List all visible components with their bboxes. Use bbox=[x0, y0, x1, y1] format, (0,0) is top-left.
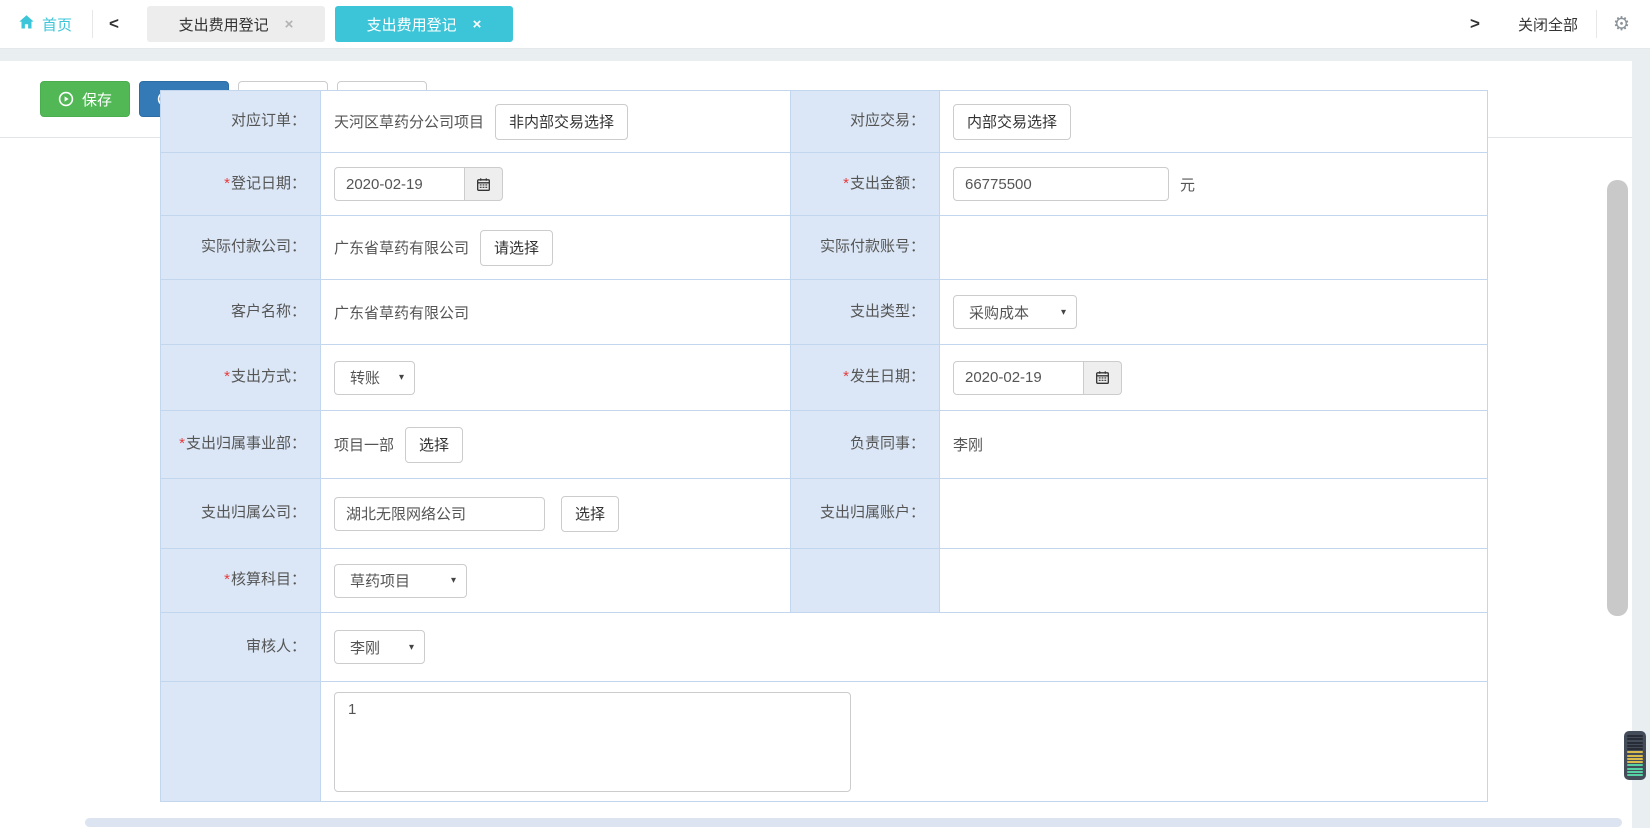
cell-expense-type: 采购成本 ▾ bbox=[940, 280, 1487, 345]
label-pay-company: 实际付款公司： bbox=[161, 216, 321, 280]
tab-bar: 首页 < 支出费用登记 × 支出费用登记 × > 关闭全部 ⚙ bbox=[0, 0, 1650, 49]
label-order: 对应订单： bbox=[161, 91, 321, 153]
label-belong-account: 支出归属账户： bbox=[790, 479, 940, 549]
cell-pay-company: 广东省草药有限公司 请选择 bbox=[321, 216, 790, 280]
expense-form-table: 对应订单： 天河区草药分公司项目 非内部交易选择 对应交易： 内部交易选择 *登… bbox=[160, 90, 1488, 802]
label-division: *支出归属事业部： bbox=[161, 411, 321, 479]
close-all-button[interactable]: 关闭全部 bbox=[1496, 14, 1596, 35]
label-colleague: 负责同事： bbox=[790, 411, 940, 479]
caret-down-icon: ▾ bbox=[409, 642, 414, 653]
amount-input[interactable] bbox=[953, 167, 1169, 201]
tab-expense-register-1[interactable]: 支出费用登记 × bbox=[147, 6, 325, 42]
close-icon[interactable]: × bbox=[285, 16, 294, 33]
customer-value: 广东省草药有限公司 bbox=[334, 302, 469, 323]
cell-subject: 草药项目 ▾ bbox=[321, 549, 790, 613]
cell-customer: 广东省草药有限公司 bbox=[321, 280, 790, 345]
label-pay-method: *支出方式： bbox=[161, 345, 321, 411]
amount-unit: 元 bbox=[1180, 174, 1195, 195]
division-select-button[interactable]: 选择 bbox=[405, 427, 463, 463]
vertical-scrollbar-thumb[interactable] bbox=[1607, 180, 1628, 616]
home-tab[interactable]: 首页 bbox=[18, 14, 72, 35]
cell-colleague: 李刚 bbox=[940, 411, 1487, 479]
belong-company-input[interactable] bbox=[334, 497, 545, 531]
label-remark bbox=[161, 682, 321, 802]
cell-remark: 1 bbox=[321, 682, 1487, 802]
pay-company-value: 广东省草药有限公司 bbox=[334, 237, 469, 258]
cell-order: 天河区草药分公司项目 非内部交易选择 bbox=[321, 91, 790, 153]
play-circle-icon bbox=[58, 91, 74, 107]
subject-select[interactable]: 草药项目 ▾ bbox=[334, 564, 467, 598]
cell-auditor: 李刚 ▾ bbox=[321, 613, 1487, 682]
label-trade: 对应交易： bbox=[790, 91, 940, 153]
label-reg-date: *登记日期： bbox=[161, 153, 321, 216]
pay-company-select-button[interactable]: 请选择 bbox=[480, 230, 553, 266]
occur-date-input[interactable] bbox=[953, 361, 1084, 395]
colleague-value: 李刚 bbox=[953, 434, 983, 455]
label-amount: *支出金额： bbox=[790, 153, 940, 216]
belong-company-select-button[interactable]: 选择 bbox=[561, 496, 619, 532]
horizontal-scrollbar-thumb[interactable] bbox=[85, 818, 1622, 827]
close-icon[interactable]: × bbox=[473, 16, 482, 33]
tab-label: 支出费用登记 bbox=[367, 14, 457, 35]
label-pay-account: 实际付款账号： bbox=[790, 216, 940, 280]
order-value: 天河区草药分公司项目 bbox=[334, 111, 484, 132]
home-icon bbox=[18, 14, 35, 34]
cell-occur-date bbox=[940, 345, 1487, 411]
cell-empty bbox=[940, 549, 1487, 613]
chevron-left-icon[interactable]: < bbox=[93, 14, 135, 34]
cell-belong-company: 选择 bbox=[321, 479, 790, 549]
label-expense-type: 支出类型： bbox=[790, 280, 940, 345]
calendar-icon[interactable] bbox=[1084, 361, 1122, 395]
caret-down-icon: ▾ bbox=[451, 575, 456, 586]
remark-textarea[interactable]: 1 bbox=[334, 692, 851, 792]
caret-down-icon: ▾ bbox=[399, 372, 404, 383]
save-button[interactable]: 保存 bbox=[40, 81, 130, 117]
reg-date-input[interactable] bbox=[334, 167, 465, 201]
label-customer: 客户名称： bbox=[161, 280, 321, 345]
cell-reg-date bbox=[321, 153, 790, 216]
label-occur-date: *发生日期： bbox=[790, 345, 940, 411]
home-tab-label: 首页 bbox=[42, 14, 72, 35]
tab-label: 支出费用登记 bbox=[179, 14, 269, 35]
cell-division: 项目一部 选择 bbox=[321, 411, 790, 479]
chevron-right-icon[interactable]: > bbox=[1454, 14, 1496, 34]
label-empty bbox=[790, 549, 940, 613]
non-internal-trade-select-button[interactable]: 非内部交易选择 bbox=[495, 104, 628, 140]
division-value: 项目一部 bbox=[334, 434, 394, 455]
gear-icon[interactable]: ⚙ bbox=[1597, 13, 1650, 36]
cell-pay-method: 转账 ▾ bbox=[321, 345, 790, 411]
cell-belong-account bbox=[940, 479, 1487, 549]
calendar-icon[interactable] bbox=[465, 167, 503, 201]
cell-amount: 元 bbox=[940, 153, 1487, 216]
label-belong-company: 支出归属公司： bbox=[161, 479, 321, 549]
cell-pay-account bbox=[940, 216, 1487, 280]
tabbar-right-tools: > 关闭全部 ⚙ bbox=[1454, 10, 1650, 38]
internal-trade-select-button[interactable]: 内部交易选择 bbox=[953, 104, 1071, 140]
label-auditor: 审核人： bbox=[161, 613, 321, 682]
main-content-card: 保存 提交 返回 抄送 支出费用信息登记 对应订单： 天河区草药分公司项目 bbox=[0, 61, 1632, 828]
cell-trade: 内部交易选择 bbox=[940, 91, 1487, 153]
auditor-select[interactable]: 李刚 ▾ bbox=[334, 630, 425, 664]
tab-expense-register-2[interactable]: 支出费用登记 × bbox=[335, 6, 513, 42]
label-subject: *核算科目： bbox=[161, 549, 321, 613]
caret-down-icon: ▾ bbox=[1061, 307, 1066, 318]
extension-widget[interactable] bbox=[1624, 731, 1646, 780]
expense-type-select[interactable]: 采购成本 ▾ bbox=[953, 295, 1077, 329]
pay-method-select[interactable]: 转账 ▾ bbox=[334, 361, 415, 395]
